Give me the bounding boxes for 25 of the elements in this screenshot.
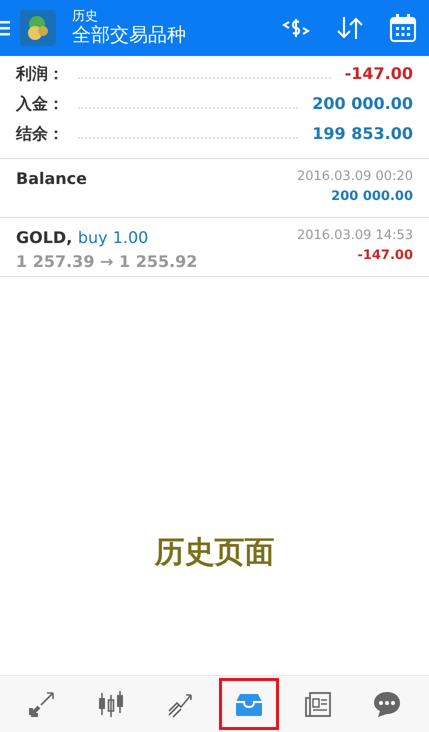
summary-value: -147.00 [344,63,413,85]
deal-time: 2016.03.09 00:20 [296,168,413,186]
nav-tab[interactable] [218,678,279,730]
deal-amount: 200 000.00 [330,188,413,206]
deal-amount: -147.00 [356,246,413,264]
summary-label: 入金： [16,93,64,115]
app-logo-icon [20,10,56,46]
deal-symbol: GOLD, [16,228,72,247]
chat-bubble-icon [372,689,402,719]
deal-prices: 1 257.39 → 1 255.92 [16,251,198,273]
sort-icon[interactable] [335,15,365,41]
summary-label: 结余： [16,123,64,145]
menu-icon[interactable] [0,20,12,36]
newspaper-icon [302,689,333,719]
summary-label: 利润： [16,63,64,85]
calendar-icon[interactable] [389,13,417,43]
screen-title: 历史 [72,8,99,24]
summary-value: 199 853.00 [312,123,413,145]
deal-title: Balance [16,168,87,190]
symbol-filter[interactable]: 全部交易品种 [72,24,281,48]
deal-time: 2016.03.09 14:53 [296,227,413,245]
page-caption: 历史页面 [153,534,276,572]
deal-action: buy 1.00 [78,228,148,247]
summary-value: 200 000.00 [312,93,413,115]
currency-exchange-icon[interactable] [281,16,311,40]
